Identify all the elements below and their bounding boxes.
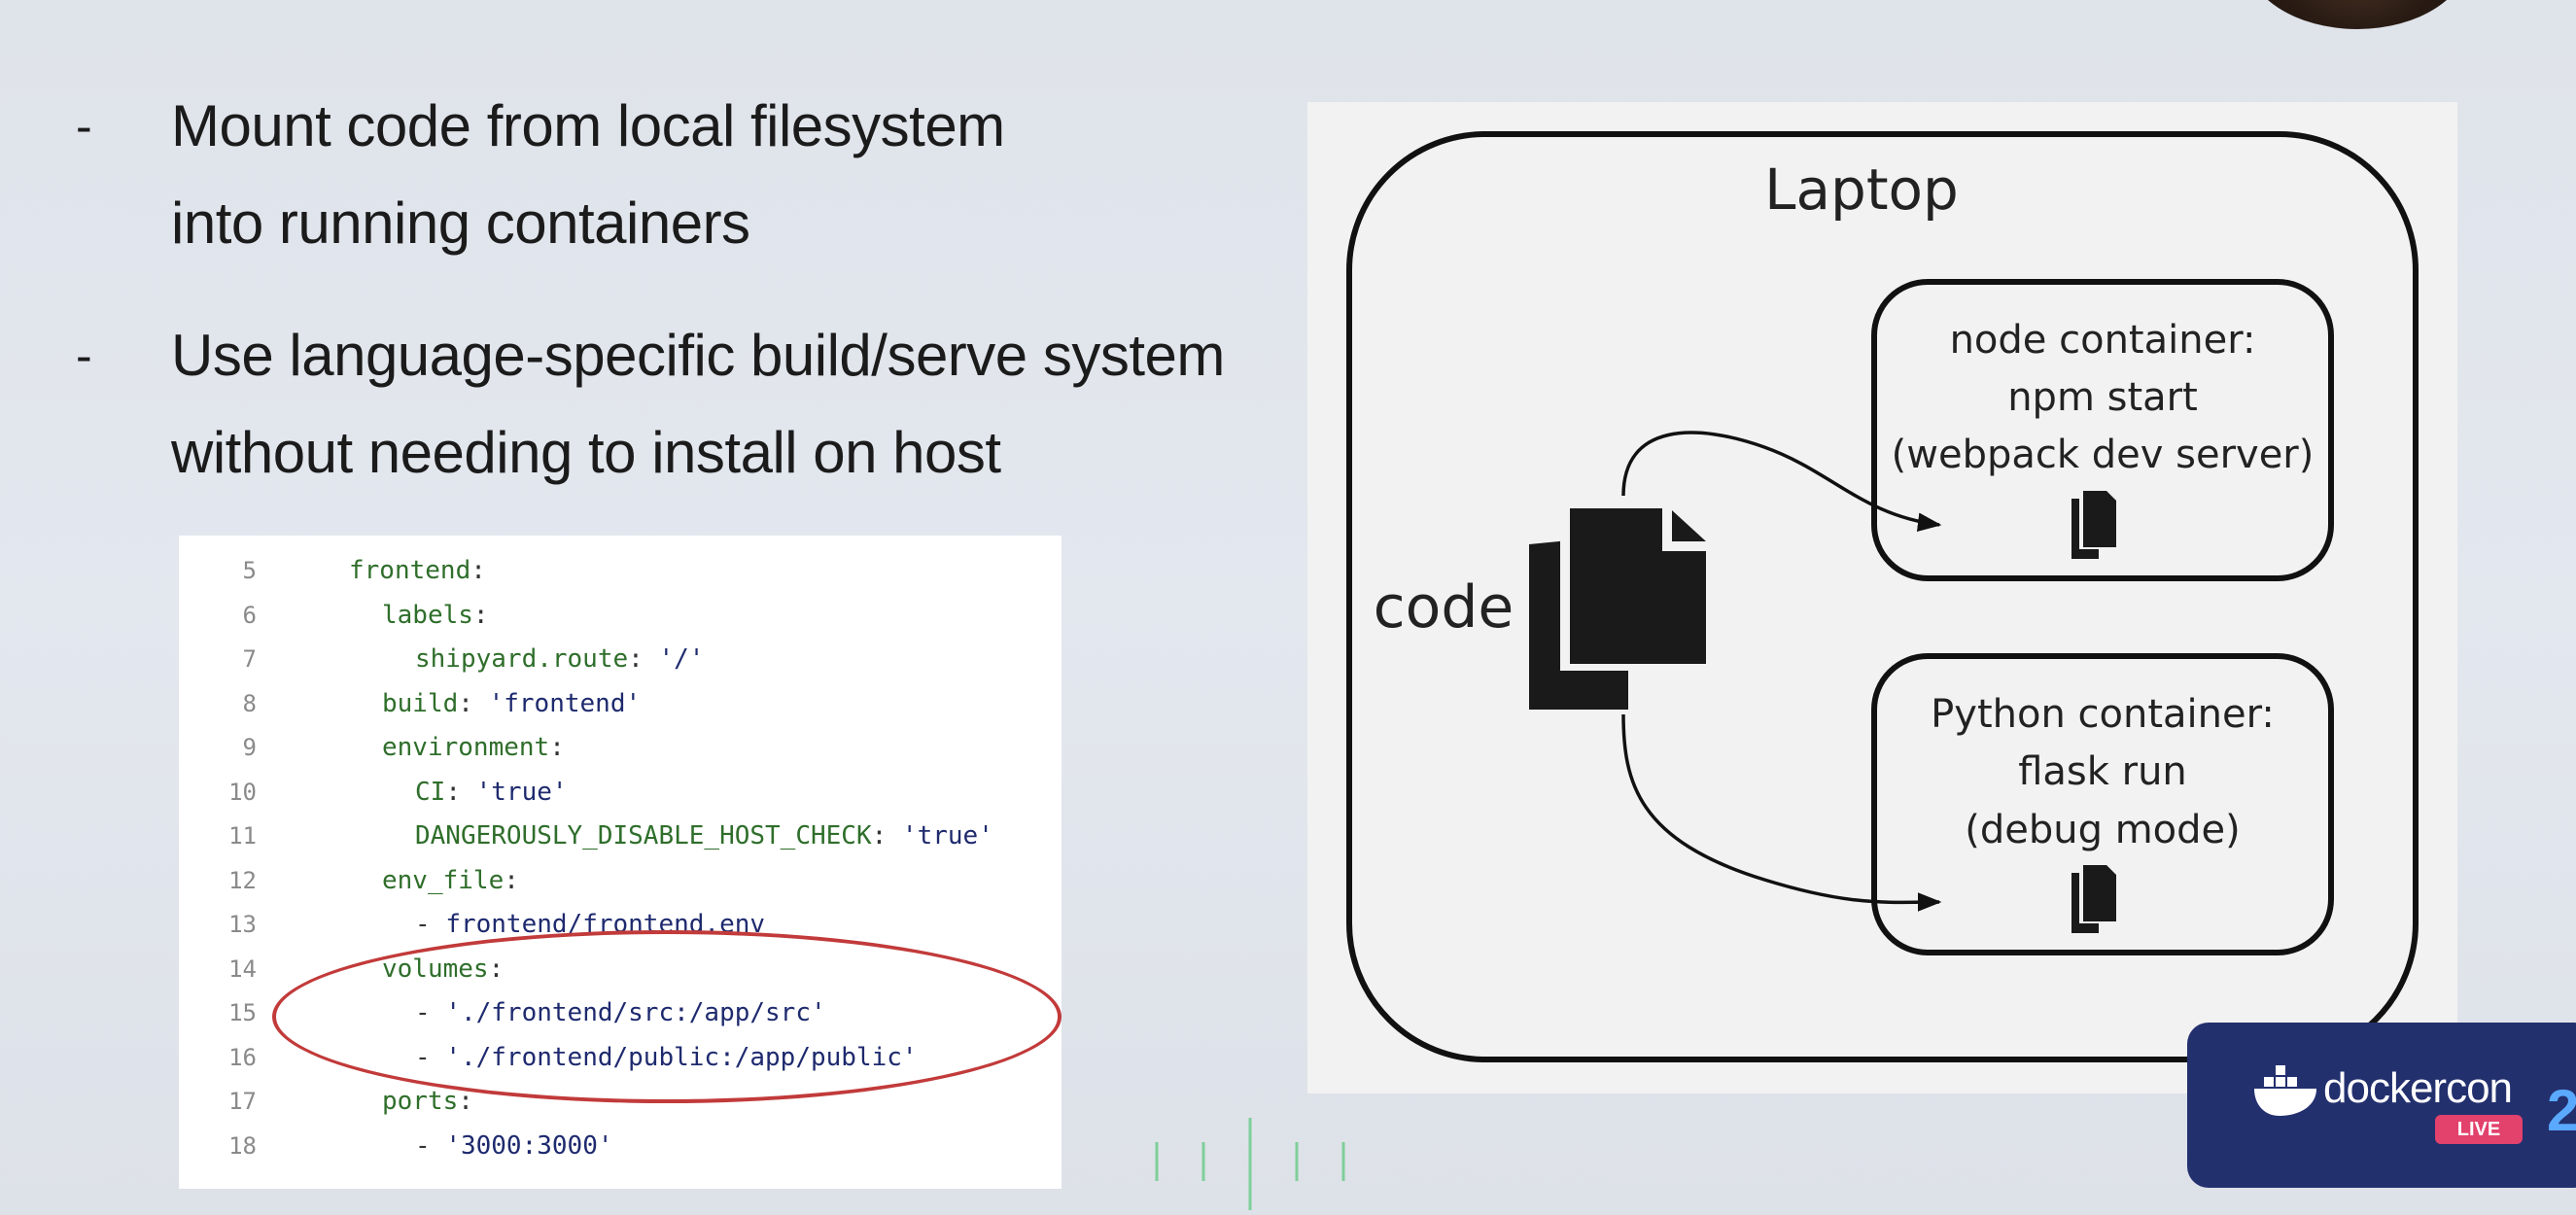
yaml-value: 'true' bbox=[475, 777, 568, 807]
line-number: 11 bbox=[228, 822, 257, 850]
bullet-dash: - bbox=[76, 99, 92, 154]
bullet-line: into running containers bbox=[171, 191, 750, 256]
line-number: 15 bbox=[228, 999, 257, 1026]
line-number: 16 bbox=[228, 1043, 257, 1071]
yaml-separator: - bbox=[415, 1130, 446, 1161]
bullet-line: without needing to install on host bbox=[171, 420, 1001, 485]
yaml-value: '3000:3000' bbox=[445, 1130, 613, 1161]
line-number: 9 bbox=[242, 734, 257, 761]
yaml-value: 'true' bbox=[901, 821, 993, 850]
yaml-key: environment bbox=[382, 733, 550, 762]
python-container-line: flask run bbox=[2018, 749, 2187, 794]
yaml-separator: : bbox=[871, 821, 902, 850]
yaml-separator: : bbox=[472, 600, 489, 630]
yaml-key: labels bbox=[382, 600, 473, 630]
code-line: 18 - '3000:3000' bbox=[179, 1125, 1062, 1168]
code-line: 6 labels: bbox=[179, 594, 1062, 638]
yaml-separator: : bbox=[470, 556, 486, 585]
line-number: 12 bbox=[228, 866, 257, 894]
code-line: 9 environment: bbox=[179, 726, 1062, 770]
code-label: code bbox=[1374, 573, 1514, 642]
code-line: 10 CI: 'true' bbox=[179, 771, 1062, 815]
yaml-separator: - bbox=[415, 910, 446, 939]
python-container-line: (debug mode) bbox=[1965, 808, 2241, 852]
code-source: CI: 'true' bbox=[415, 771, 568, 815]
yaml-separator: : bbox=[628, 644, 659, 674]
code-line: 7 shipyard.route: '/' bbox=[179, 638, 1062, 681]
code-files-icon bbox=[1529, 503, 1716, 710]
arrow-to-python bbox=[1621, 713, 1942, 912]
line-number: 10 bbox=[228, 778, 257, 806]
code-source: DANGEROUSLY_DISABLE_HOST_CHECK: 'true' bbox=[415, 815, 993, 858]
live-badge: LIVE bbox=[2435, 1115, 2523, 1144]
decorative-lines bbox=[1155, 1118, 1345, 1210]
yaml-key: env_file bbox=[382, 865, 505, 895]
volumes-highlight-oval bbox=[272, 930, 1062, 1103]
code-source: environment: bbox=[382, 726, 565, 770]
laptop-label: Laptop bbox=[1764, 156, 1959, 223]
code-source: env_file: bbox=[382, 859, 519, 903]
yaml-key: CI bbox=[415, 777, 446, 807]
yaml-separator: : bbox=[504, 865, 519, 895]
yaml-key: ports bbox=[382, 1087, 459, 1116]
yaml-key: frontend bbox=[349, 556, 471, 585]
python-container-line: Python container: bbox=[1931, 692, 2275, 737]
node-container-line: node container: bbox=[1950, 318, 2256, 363]
diagram-svg: Laptop node container: npm start (webpac… bbox=[1346, 131, 2419, 1062]
code-source: - '3000:3000' bbox=[415, 1125, 613, 1168]
speaker-avatar bbox=[2245, 0, 2469, 29]
yaml-separator: : bbox=[445, 777, 476, 807]
bullet-line: Use language-specific build/serve system bbox=[171, 323, 1225, 388]
line-number: 14 bbox=[228, 955, 257, 983]
node-container-line: (webpack dev server) bbox=[1892, 433, 2315, 477]
code-line: 11 DANGEROUSLY_DISABLE_HOST_CHECK: 'true' bbox=[179, 815, 1062, 858]
line-number: 17 bbox=[228, 1088, 257, 1115]
code-line: 12 env_file: bbox=[179, 859, 1062, 903]
bullet-line: Mount code from local filesystem bbox=[171, 93, 1005, 158]
yaml-separator: : bbox=[549, 733, 565, 762]
line-number: 13 bbox=[228, 911, 257, 938]
line-number: 6 bbox=[242, 601, 257, 629]
line-number: 18 bbox=[228, 1131, 257, 1160]
yaml-value: '/' bbox=[658, 644, 705, 674]
code-source: labels: bbox=[382, 594, 489, 638]
yaml-key: build bbox=[382, 688, 459, 718]
code-line: 5 frontend: bbox=[179, 549, 1062, 593]
code-source: frontend: bbox=[349, 549, 486, 593]
line-number: 8 bbox=[242, 689, 257, 717]
yaml-separator: : bbox=[458, 688, 489, 718]
node-files-icon bbox=[2071, 489, 2118, 559]
yaml-key: shipyard.route bbox=[415, 644, 629, 674]
code-line: 8 build: 'frontend' bbox=[179, 682, 1062, 726]
line-number: 7 bbox=[242, 645, 257, 673]
line-number: 5 bbox=[242, 557, 257, 584]
code-source: shipyard.route: '/' bbox=[415, 638, 704, 681]
dockercon-logo-text: dockercon bbox=[2323, 1064, 2513, 1112]
python-files-icon bbox=[2071, 863, 2118, 933]
code-source: build: 'frontend' bbox=[382, 682, 641, 726]
bullet-dash: - bbox=[76, 329, 92, 383]
yaml-key: DANGEROUSLY_DISABLE_HOST_CHECK bbox=[415, 821, 872, 850]
architecture-diagram: Laptop node container: npm start (webpac… bbox=[1307, 102, 2457, 1094]
yaml-value: 'frontend' bbox=[488, 688, 642, 718]
dockercon-logo-number: 21 bbox=[2547, 1078, 2576, 1143]
docker-whale-icon bbox=[2254, 1065, 2316, 1116]
node-container-line: npm start bbox=[2007, 375, 2198, 420]
